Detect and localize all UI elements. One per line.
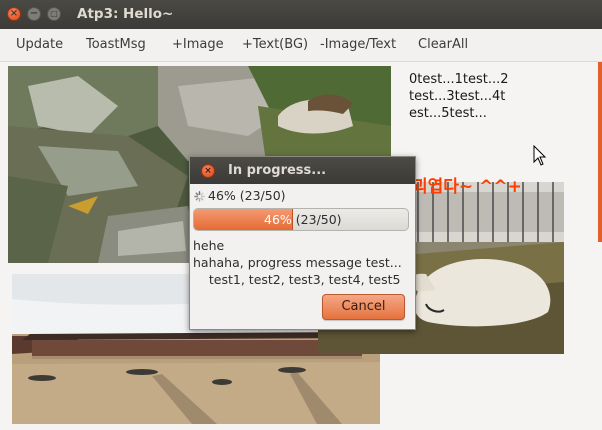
- hangul-text-overlay: 괴엽다~ ^^+: [412, 177, 522, 197]
- menu-remove-image-text[interactable]: -Image/Text: [320, 37, 396, 52]
- menu-add-image[interactable]: +Image: [172, 37, 224, 52]
- scroll-indicator[interactable]: [598, 62, 602, 242]
- menu-clear-all[interactable]: ClearAll: [418, 37, 468, 52]
- spinner-icon: [194, 191, 205, 202]
- menu-toastmsg[interactable]: ToastMsg: [86, 37, 146, 52]
- progress-count: (23/50): [295, 212, 342, 227]
- window-title: Atp3: Hello~: [77, 6, 174, 22]
- close-icon: ×: [204, 165, 212, 176]
- test-text-block: 0test...1test...2 test...3test...4t est.…: [409, 72, 509, 121]
- close-icon: ×: [9, 8, 19, 19]
- minimize-icon: −: [29, 8, 39, 19]
- progress-percent: 46%: [264, 212, 292, 227]
- maximize-icon: □: [50, 9, 58, 18]
- menu-update[interactable]: Update: [16, 37, 63, 52]
- window-close-button[interactable]: ×: [7, 7, 21, 21]
- cancel-button[interactable]: Cancel: [322, 294, 405, 320]
- mouse-cursor-icon: [533, 145, 547, 166]
- window-titlebar: × − □ Atp3: Hello~: [0, 0, 602, 29]
- progress-bar: 46% (23/50): [193, 208, 409, 231]
- menu-bar: Update ToastMsg +Image +Text(BG) -Image/…: [0, 29, 602, 62]
- progress-message: hehe hahaha, progress message test... te…: [193, 238, 402, 287]
- dialog-title: In progress...: [228, 163, 327, 178]
- menu-add-text-bg[interactable]: +Text(BG): [242, 37, 308, 52]
- window-maximize-button[interactable]: □: [47, 7, 61, 21]
- window-minimize-button[interactable]: −: [27, 7, 41, 21]
- dialog-close-button[interactable]: ×: [201, 164, 215, 178]
- progress-dialog: × In progress... 46% (23/50) 46% (23/50)…: [189, 156, 416, 330]
- dialog-titlebar: × In progress...: [190, 157, 415, 184]
- progress-status-label: 46% (23/50): [208, 188, 286, 203]
- progress-bar-label: 46% (23/50): [264, 212, 342, 227]
